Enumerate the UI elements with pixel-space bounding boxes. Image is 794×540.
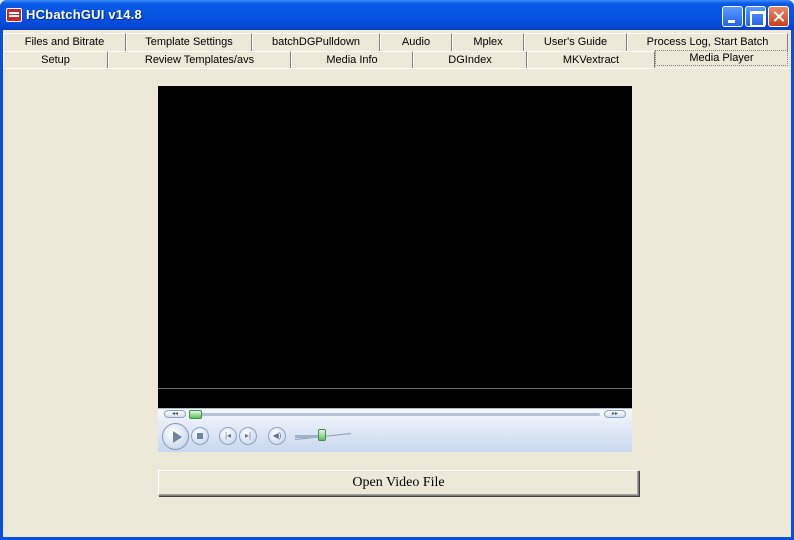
rewind-icon[interactable]: ◂◂ <box>164 410 186 418</box>
window-title: HCbatchGUI v14.8 <box>26 7 142 22</box>
tab-media-info[interactable]: Media Info <box>291 51 413 69</box>
media-player-panel: ◂◂ ▸▸ |◂ ▸| ◀) Open Video File <box>3 68 791 534</box>
close-button[interactable] <box>768 6 789 27</box>
tab-files-and-bitrate[interactable]: Files and Bitrate <box>3 33 126 51</box>
stop-icon[interactable] <box>191 427 209 445</box>
fast-forward-icon[interactable]: ▸▸ <box>604 410 626 418</box>
minimize-button[interactable] <box>722 6 743 27</box>
next-track-icon[interactable]: ▸| <box>239 427 257 445</box>
play-icon[interactable] <box>162 423 189 450</box>
seek-bar[interactable] <box>196 413 600 416</box>
player-controls: ◂◂ ▸▸ |◂ ▸| ◀) <box>158 408 632 452</box>
tab-template-settings[interactable]: Template Settings <box>126 33 252 51</box>
seek-thumb[interactable] <box>189 410 202 419</box>
video-status-strip <box>158 389 632 408</box>
tab-review-templates-avs[interactable]: Review Templates/avs <box>108 51 291 69</box>
tab-users-guide[interactable]: User's Guide <box>524 33 627 51</box>
open-video-file-button[interactable]: Open Video File <box>158 470 639 496</box>
app-window: HCbatchGUI v14.8 Files and Bitrate Templ… <box>0 0 794 540</box>
maximize-button[interactable] <box>745 6 766 27</box>
app-icon[interactable] <box>6 8 22 22</box>
tab-audio[interactable]: Audio <box>380 33 452 51</box>
tab-media-player[interactable]: Media Player <box>655 50 788 66</box>
tab-mkvextract[interactable]: MKVextract <box>527 51 655 69</box>
title-bar[interactable]: HCbatchGUI v14.8 <box>0 0 794 30</box>
client-area: Files and Bitrate Template Settings batc… <box>3 30 791 537</box>
previous-track-icon[interactable]: |◂ <box>219 427 237 445</box>
tab-mplex[interactable]: Mplex <box>452 33 524 51</box>
video-display[interactable] <box>158 86 632 388</box>
tab-dgindex[interactable]: DGIndex <box>413 51 527 69</box>
tab-batchdgpulldown[interactable]: batchDGPulldown <box>252 33 380 51</box>
tab-setup[interactable]: Setup <box>3 51 108 69</box>
tab-process-log-start-batch[interactable]: Process Log, Start Batch <box>627 33 788 51</box>
volume-thumb[interactable] <box>318 429 326 441</box>
mute-icon[interactable]: ◀) <box>268 427 286 445</box>
